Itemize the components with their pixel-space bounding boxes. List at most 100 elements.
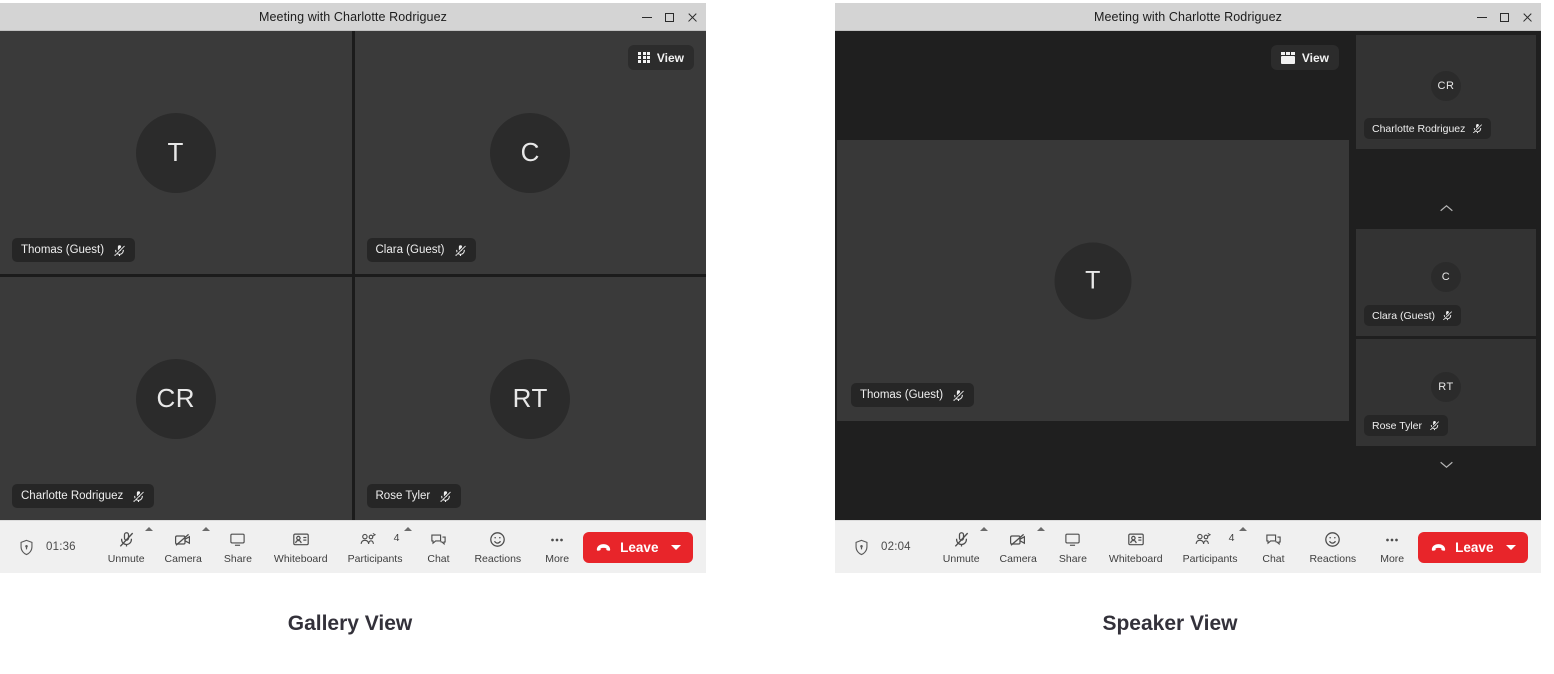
chevron-down-icon[interactable] — [1506, 544, 1517, 550]
participants-button[interactable]: 4 Participants — [1173, 527, 1248, 565]
participant-name: Rose Tyler — [1372, 419, 1422, 432]
more-label: More — [1380, 553, 1405, 565]
view-button[interactable]: View — [628, 45, 694, 70]
chevron-up-icon[interactable] — [144, 527, 153, 531]
speaker-toolbar-items: Unmute Camera Share Whiteboard 4 Partici… — [933, 527, 1418, 565]
chevron-up-icon[interactable] — [1036, 527, 1045, 531]
participants-icon — [359, 529, 392, 550]
minimize-icon[interactable] — [1477, 16, 1487, 18]
scroll-down-arrow[interactable] — [1351, 453, 1541, 475]
camera-button[interactable]: Camera — [155, 527, 212, 565]
avatar: C — [490, 112, 571, 193]
speaker-toolbar: 02:04 Unmute Camera Share Whiteboard 4 P… — [835, 520, 1541, 573]
screen-share-icon — [229, 529, 246, 550]
active-speaker-tile[interactable]: T Thomas (Guest) — [837, 140, 1349, 421]
chat-icon — [430, 529, 447, 550]
chevron-up-icon[interactable] — [404, 527, 413, 531]
thumbnail-tile[interactable]: RT Rose Tyler — [1356, 339, 1536, 446]
chevron-down-icon[interactable] — [671, 544, 682, 550]
unmute-label: Unmute — [107, 553, 145, 565]
participants-button[interactable]: 4 Participants — [338, 527, 413, 565]
thumbnail-tile[interactable]: C Clara (Guest) — [1356, 229, 1536, 336]
avatar: CR — [1431, 71, 1461, 102]
close-icon[interactable] — [1522, 12, 1533, 23]
chat-button[interactable]: Chat — [1247, 529, 1299, 565]
gallery-toolbar: 01:36 Unmute Camera Share Whiteboard 4 P… — [0, 520, 706, 573]
thumbnail-tile[interactable]: CR Charlotte Rodriguez — [1356, 35, 1536, 149]
avatar: T — [135, 112, 216, 193]
gallery-view-window: Meeting with Charlotte Rodriguez T Thoma… — [0, 3, 706, 573]
participant-tile[interactable]: CR Charlotte Rodriguez — [0, 277, 352, 520]
screenshot-root: Meeting with Charlotte Rodriguez T Thoma… — [0, 0, 1554, 674]
whiteboard-button[interactable]: Whiteboard — [264, 529, 338, 565]
chevron-up-icon[interactable] — [979, 527, 988, 531]
gallery-grid: T Thomas (Guest) View C Clara (Guest) CR… — [0, 31, 706, 520]
participant-name: Thomas (Guest) — [860, 389, 944, 401]
chat-label: Chat — [427, 553, 450, 565]
mic-muted-icon — [113, 243, 126, 257]
scroll-up-arrow[interactable] — [1351, 197, 1541, 219]
camera-off-icon — [174, 529, 192, 550]
participants-label: Participants — [1182, 553, 1238, 565]
participant-name: Charlotte Rodriguez — [1372, 122, 1466, 135]
maximize-icon[interactable] — [665, 12, 674, 22]
maximize-icon[interactable] — [1500, 12, 1509, 22]
participant-name: Clara (Guest) — [375, 244, 445, 256]
mic-muted-icon — [1442, 310, 1453, 321]
participant-name: Rose Tyler — [375, 490, 431, 502]
reactions-button[interactable]: Reactions — [1299, 529, 1366, 565]
unmute-button[interactable]: Unmute — [98, 527, 155, 565]
chat-button[interactable]: Chat — [412, 529, 464, 565]
camera-button[interactable]: Camera — [990, 527, 1047, 565]
participant-tile[interactable]: T Thomas (Guest) — [0, 31, 352, 274]
avatar: RT — [1431, 372, 1461, 403]
participant-tile[interactable]: RT Rose Tyler — [354, 277, 706, 520]
participant-name-bar: Thomas (Guest) — [12, 238, 136, 262]
active-speaker-stage[interactable]: View T Thomas (Guest) — [837, 31, 1349, 520]
participants-count: 4 — [1228, 532, 1235, 544]
more-icon — [548, 529, 566, 550]
participant-tile[interactable]: View C Clara (Guest) — [354, 31, 706, 274]
security-shield-icon[interactable] — [853, 539, 870, 556]
close-icon[interactable] — [687, 12, 698, 23]
mic-muted-icon — [454, 243, 467, 257]
more-icon — [1383, 529, 1401, 550]
minimize-icon[interactable] — [642, 16, 652, 18]
participant-name-bar: Clara (Guest) — [1364, 305, 1462, 326]
leave-label: Leave — [1455, 539, 1494, 555]
camera-off-icon — [1009, 529, 1027, 550]
more-label: More — [545, 553, 570, 565]
mic-muted-icon — [1429, 420, 1440, 431]
share-button[interactable]: Share — [1047, 529, 1099, 565]
reactions-button[interactable]: Reactions — [464, 529, 531, 565]
reactions-label: Reactions — [1309, 553, 1357, 565]
chevron-up-icon[interactable] — [1239, 527, 1248, 531]
security-shield-icon[interactable] — [18, 539, 35, 556]
participant-name-bar: Rose Tyler — [1364, 415, 1448, 436]
reactions-icon — [489, 529, 506, 550]
phone-hangup-icon — [1431, 540, 1446, 555]
leave-button[interactable]: Leave — [583, 531, 694, 563]
whiteboard-button[interactable]: Whiteboard — [1099, 529, 1173, 565]
speaker-window-controls — [1477, 3, 1533, 31]
participant-name: Thomas (Guest) — [21, 244, 105, 256]
chevron-up-icon[interactable] — [201, 527, 210, 531]
view-button[interactable]: View — [1270, 45, 1339, 70]
share-button[interactable]: Share — [212, 529, 264, 565]
gallery-caption: Gallery View — [287, 612, 413, 635]
chat-label: Chat — [1262, 553, 1285, 565]
thumbnail-sidebar: CR Charlotte Rodriguez C Clara (Guest) R… — [1351, 31, 1541, 520]
participants-icon — [1194, 529, 1227, 550]
view-button-label: View — [656, 50, 684, 65]
mic-muted-icon — [953, 529, 970, 550]
unmute-label: Unmute — [942, 553, 980, 565]
whiteboard-label: Whiteboard — [273, 553, 328, 565]
more-button[interactable]: More — [531, 529, 583, 565]
participants-count: 4 — [393, 532, 400, 544]
meeting-timer: 02:04 — [881, 541, 911, 553]
whiteboard-icon — [1127, 529, 1145, 550]
leave-button[interactable]: Leave — [1418, 531, 1529, 563]
more-button[interactable]: More — [1366, 529, 1418, 565]
gallery-titlebar: Meeting with Charlotte Rodriguez — [0, 3, 706, 31]
unmute-button[interactable]: Unmute — [933, 527, 990, 565]
